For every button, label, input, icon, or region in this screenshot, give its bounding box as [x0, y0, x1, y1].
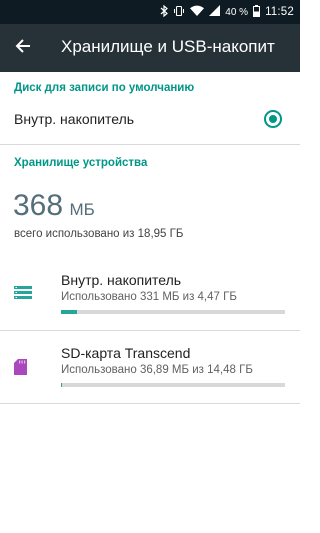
usage-progress-bar	[61, 383, 285, 387]
bluetooth-icon	[160, 4, 169, 20]
arrow-back-icon	[15, 38, 31, 59]
item-title: SD-карта Transcend	[61, 345, 191, 361]
default-disk-option[interactable]: Внутр. накопитель	[0, 100, 300, 138]
internal-storage-icon	[14, 286, 32, 304]
radio-selected-dot	[269, 115, 277, 123]
total-capacity-text: всего использовано из 18,95 ГБ	[14, 228, 184, 240]
battery-icon	[253, 4, 261, 20]
storage-item-internal[interactable]: Внутр. накопитель Использовано 331 МБ из…	[0, 258, 300, 326]
divider	[0, 144, 300, 145]
page-title: Хранилище и USB-накопит	[61, 37, 275, 56]
vibrate-icon	[173, 5, 185, 20]
default-disk-option-label: Внутр. накопитель	[14, 111, 135, 127]
toolbar: Хранилище и USB-накопит	[0, 24, 300, 72]
usage-progress-bar	[61, 310, 285, 314]
item-usage: Использовано 36,89 МБ из 14,48 ГБ	[61, 364, 253, 376]
status-bar: 40 % 11:52	[0, 0, 300, 24]
default-disk-radio[interactable]	[264, 110, 282, 128]
used-unit: МБ	[69, 200, 95, 219]
default-disk-header: Диск для записи по умолчанию	[14, 82, 195, 94]
back-button[interactable]	[10, 36, 36, 60]
wifi-icon	[190, 5, 205, 19]
signal-icon	[209, 5, 221, 19]
divider	[0, 403, 300, 404]
sd-card-icon	[14, 359, 27, 380]
item-title: Внутр. накопитель	[61, 272, 182, 288]
status-icons: 40 % 11:52	[160, 0, 294, 24]
clock: 11:52	[265, 6, 294, 18]
item-usage: Использовано 331 МБ из 4,47 ГБ	[61, 291, 237, 303]
total-used: 368 МБ	[13, 189, 95, 223]
storage-item-sd-card[interactable]: SD-карта Transcend Использовано 36,89 МБ…	[0, 331, 300, 399]
usage-progress-fill	[61, 310, 78, 314]
used-value: 368	[13, 189, 64, 222]
usage-progress-fill	[61, 383, 62, 387]
device-storage-header: Хранилище устройства	[14, 157, 148, 169]
battery-percent: 40 %	[225, 6, 249, 18]
